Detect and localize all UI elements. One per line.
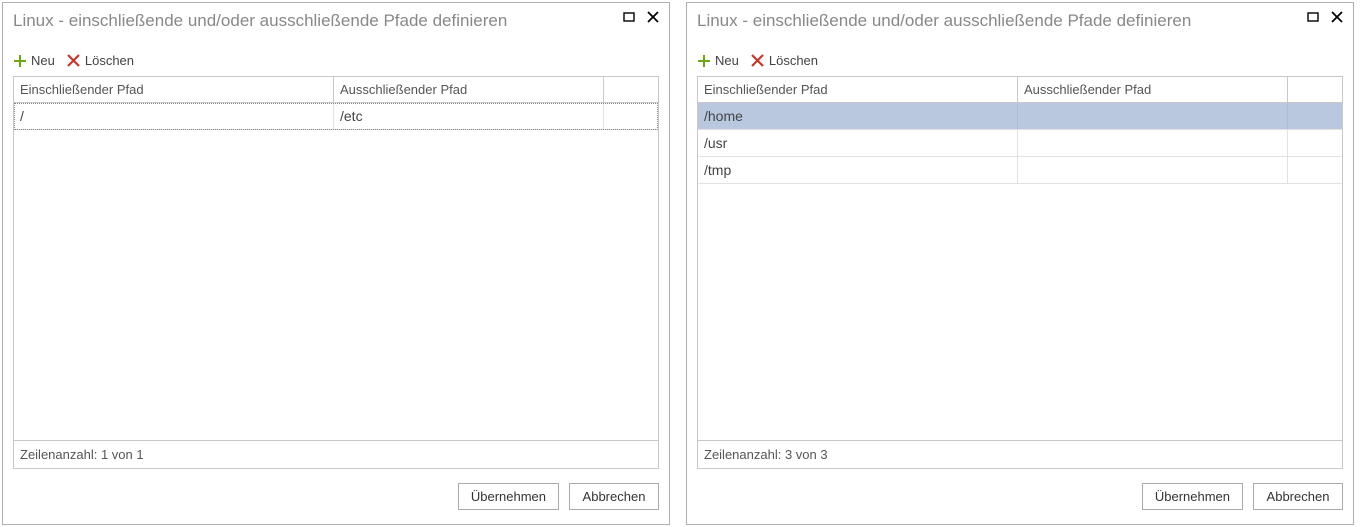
column-exclude[interactable]: Ausschließender Pfad: [334, 77, 604, 102]
column-actions: [604, 77, 658, 102]
cell-exclude[interactable]: /etc: [334, 103, 604, 129]
column-actions: [1288, 77, 1342, 102]
maximize-icon[interactable]: [621, 9, 637, 25]
cell-include[interactable]: /usr: [698, 130, 1018, 156]
apply-button[interactable]: Übernehmen: [458, 483, 559, 510]
window-controls: [1305, 9, 1345, 25]
table-row[interactable]: / /etc: [14, 103, 658, 130]
dialog-buttons: Übernehmen Abbrechen: [3, 469, 669, 524]
table-row[interactable]: /home: [698, 103, 1342, 130]
plus-icon: [697, 54, 711, 68]
maximize-icon[interactable]: [1305, 9, 1321, 25]
cell-actions[interactable]: [1288, 130, 1342, 156]
close-icon[interactable]: [1329, 9, 1345, 25]
table-row[interactable]: /tmp: [698, 157, 1342, 184]
delete-button[interactable]: Löschen: [751, 53, 818, 68]
grid-header: Einschließender Pfad Ausschließender Pfa…: [698, 77, 1342, 103]
column-exclude[interactable]: Ausschließender Pfad: [1018, 77, 1288, 102]
x-icon: [67, 54, 81, 68]
cell-actions[interactable]: [1288, 157, 1342, 183]
plus-icon: [13, 54, 27, 68]
cell-include[interactable]: /tmp: [698, 157, 1018, 183]
titlebar: Linux - einschließende und/oder ausschli…: [3, 3, 669, 35]
apply-button[interactable]: Übernehmen: [1142, 483, 1243, 510]
cell-actions[interactable]: [604, 103, 658, 129]
window-controls: [621, 9, 661, 25]
cell-include[interactable]: /home: [698, 103, 1018, 129]
path-dialog: Linux - einschließende und/oder ausschli…: [2, 2, 670, 525]
dialog-title: Linux - einschließende und/oder ausschli…: [697, 11, 1343, 31]
titlebar: Linux - einschließende und/oder ausschli…: [687, 3, 1353, 35]
toolbar: Neu Löschen: [687, 35, 1353, 76]
path-grid: Einschließender Pfad Ausschließender Pfa…: [13, 76, 659, 469]
path-dialog: Linux - einschließende und/oder ausschli…: [686, 2, 1354, 525]
new-button[interactable]: Neu: [697, 53, 739, 68]
cell-actions[interactable]: [1288, 103, 1342, 129]
grid-body[interactable]: /home /usr /tmp: [698, 103, 1342, 440]
dialog-title: Linux - einschließende und/oder ausschli…: [13, 11, 659, 31]
cell-exclude[interactable]: [1018, 103, 1288, 129]
column-include[interactable]: Einschließender Pfad: [14, 77, 334, 102]
cancel-button[interactable]: Abbrechen: [569, 483, 659, 510]
new-label: Neu: [715, 53, 739, 68]
new-button[interactable]: Neu: [13, 53, 55, 68]
grid-body[interactable]: / /etc: [14, 103, 658, 440]
row-count: Zeilenanzahl: 1 von 1: [14, 440, 658, 468]
cell-exclude[interactable]: [1018, 157, 1288, 183]
x-icon: [751, 54, 765, 68]
dialog-buttons: Übernehmen Abbrechen: [687, 469, 1353, 524]
cell-exclude[interactable]: [1018, 130, 1288, 156]
close-icon[interactable]: [645, 9, 661, 25]
delete-label: Löschen: [769, 53, 818, 68]
table-row[interactable]: /usr: [698, 130, 1342, 157]
column-include[interactable]: Einschließender Pfad: [698, 77, 1018, 102]
row-count: Zeilenanzahl: 3 von 3: [698, 440, 1342, 468]
cell-include[interactable]: /: [14, 103, 334, 129]
grid-header: Einschließender Pfad Ausschließender Pfa…: [14, 77, 658, 103]
path-grid: Einschließender Pfad Ausschließender Pfa…: [697, 76, 1343, 469]
cancel-button[interactable]: Abbrechen: [1253, 483, 1343, 510]
delete-button[interactable]: Löschen: [67, 53, 134, 68]
delete-label: Löschen: [85, 53, 134, 68]
new-label: Neu: [31, 53, 55, 68]
toolbar: Neu Löschen: [3, 35, 669, 76]
